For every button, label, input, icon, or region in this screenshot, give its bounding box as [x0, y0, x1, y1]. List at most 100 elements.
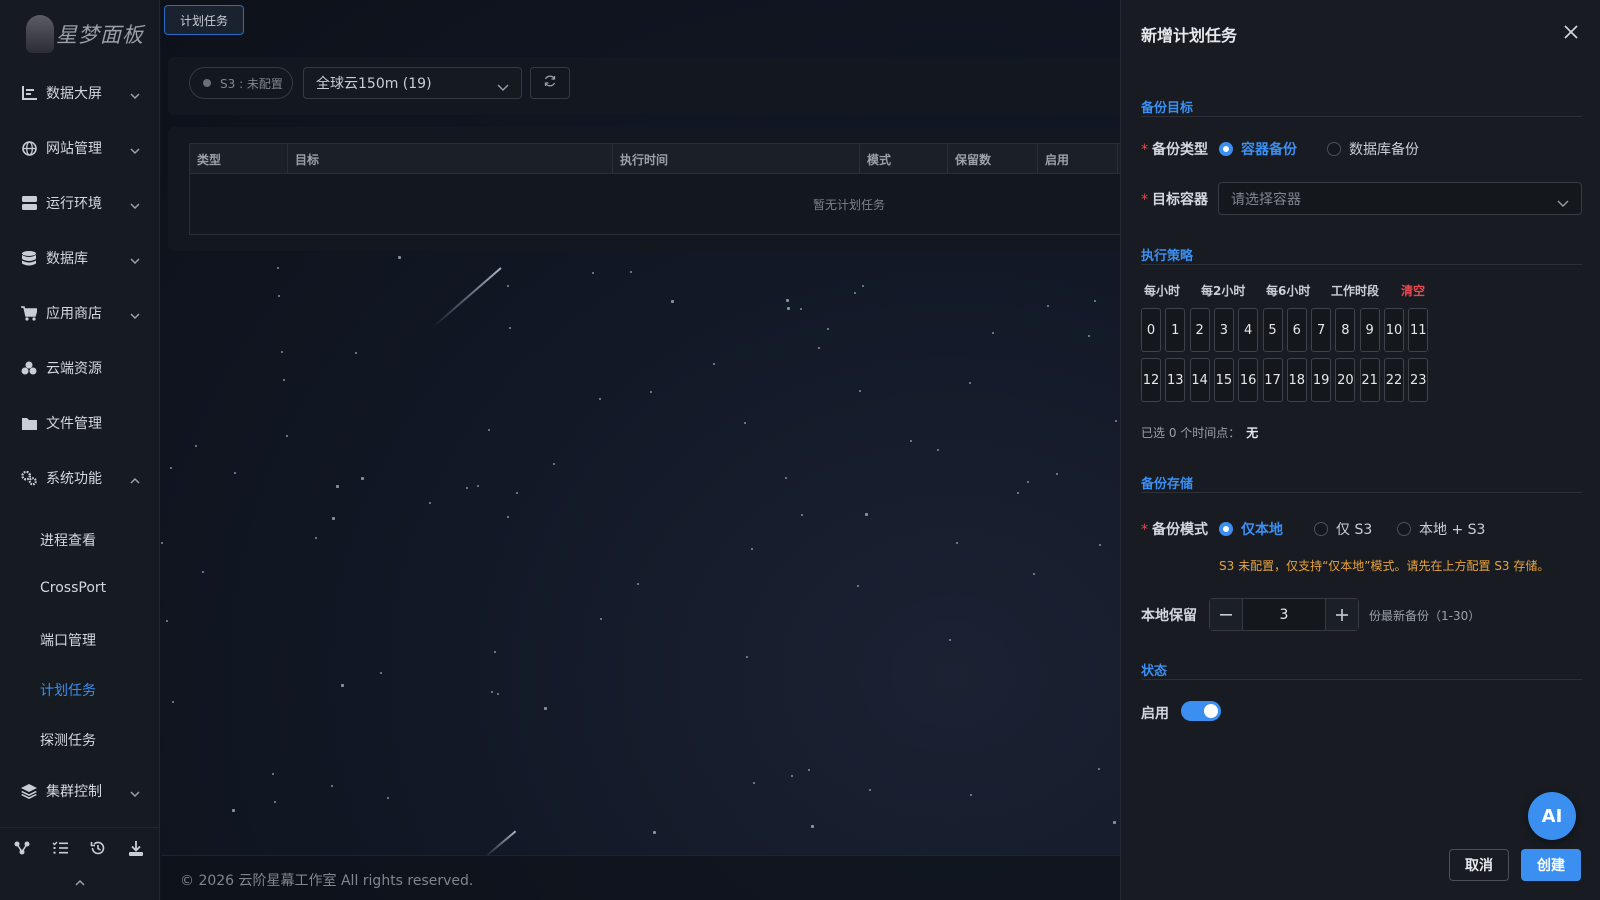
- chevron-down-icon: [130, 87, 140, 103]
- radio-database-backup[interactable]: 数据库备份: [1327, 139, 1419, 159]
- sidebar-item-app-store[interactable]: 应用商店: [0, 298, 160, 328]
- s3-status-badge[interactable]: S3 : 未配置: [189, 67, 293, 99]
- star-decoration: [1017, 492, 1019, 494]
- local-keep-stepper: 3: [1209, 598, 1359, 631]
- tab-scheduled-tasks[interactable]: 计划任务: [164, 5, 244, 35]
- sidebar-item-cloud[interactable]: 云端资源: [0, 353, 160, 383]
- hour-cell[interactable]: 1: [1165, 308, 1186, 352]
- column-header-mode: 模式: [860, 144, 948, 174]
- sidebar-sub-scheduled-tasks[interactable]: 计划任务: [40, 680, 96, 700]
- star-decoration: [600, 618, 602, 620]
- section-title: 备份存储: [1141, 477, 1194, 492]
- star-decoration: [671, 300, 674, 303]
- hour-cell[interactable]: 19: [1311, 358, 1332, 402]
- preset-hourly[interactable]: 每小时: [1144, 282, 1180, 299]
- star-decoration: [170, 467, 172, 469]
- server-select[interactable]: 全球云150m (19): [303, 67, 522, 99]
- star-decoration: [859, 390, 861, 392]
- radio-local-and-s3[interactable]: 本地 + S3: [1397, 519, 1485, 539]
- preset-every-2h[interactable]: 每2小时: [1201, 282, 1245, 299]
- hour-cell[interactable]: 11: [1408, 308, 1429, 352]
- decrement-button[interactable]: [1210, 599, 1242, 630]
- hour-cell[interactable]: 14: [1189, 358, 1210, 402]
- star-decoration: [195, 445, 197, 447]
- sidebar-item-cluster[interactable]: 集群控制: [0, 776, 160, 806]
- section-backup-storage: 备份存储: [1141, 473, 1582, 493]
- hour-cell[interactable]: 5: [1262, 308, 1283, 352]
- radio-container-backup[interactable]: 容器备份: [1219, 139, 1297, 159]
- refresh-button[interactable]: [530, 67, 570, 99]
- hour-cell[interactable]: 21: [1359, 358, 1380, 402]
- sidebar-item-database[interactable]: 数据库: [0, 243, 160, 273]
- hour-cell[interactable]: 2: [1189, 308, 1210, 352]
- preset-work-hours[interactable]: 工作时段: [1331, 282, 1379, 299]
- sidebar-item-websites[interactable]: 网站管理: [0, 133, 160, 163]
- selected-count: 已选 0 个时间点：无: [1141, 426, 1259, 440]
- local-keep-input[interactable]: 3: [1242, 599, 1326, 630]
- network-icon[interactable]: [12, 838, 32, 858]
- hour-cell[interactable]: 8: [1335, 308, 1356, 352]
- backup-mode-label: * 备份模式: [1141, 522, 1208, 538]
- preset-every-6h[interactable]: 每6小时: [1266, 282, 1310, 299]
- sidebar-item-system[interactable]: 系统功能: [0, 463, 160, 493]
- sidebar-sub-process[interactable]: 进程查看: [40, 530, 96, 550]
- hour-cell[interactable]: 6: [1286, 308, 1307, 352]
- cloud-icon: [21, 360, 37, 376]
- hour-cell[interactable]: 3: [1213, 308, 1234, 352]
- sidebar-item-files[interactable]: 文件管理: [0, 408, 160, 438]
- hour-cell[interactable]: 9: [1359, 308, 1380, 352]
- hour-cell[interactable]: 4: [1238, 308, 1259, 352]
- s3-warning-text: S3 未配置，仅支持“仅本地”模式。请先在上方配置 S3 存储。: [1219, 559, 1550, 573]
- target-container-select[interactable]: 请选择容器: [1218, 182, 1582, 215]
- cancel-button[interactable]: 取消: [1449, 849, 1509, 881]
- hour-cell[interactable]: 7: [1311, 308, 1332, 352]
- hour-cell[interactable]: 10: [1384, 308, 1404, 352]
- section-status: 状态: [1141, 660, 1582, 680]
- hour-cell[interactable]: 15: [1213, 358, 1234, 402]
- history-icon[interactable]: [88, 838, 108, 858]
- chevron-down-icon: [1557, 195, 1569, 211]
- sidebar-sub-ports[interactable]: 端口管理: [40, 630, 96, 650]
- ai-assistant-button[interactable]: AI: [1528, 792, 1576, 840]
- radio-circle: [1327, 142, 1341, 156]
- star-decoration: [161, 542, 163, 544]
- sidebar-sub-crossport[interactable]: CrossPort: [40, 580, 106, 596]
- star-decoration: [553, 463, 555, 465]
- radio-local-only[interactable]: 仅本地: [1219, 519, 1283, 539]
- sidebar-sub-probe-tasks[interactable]: 探测任务: [40, 730, 96, 750]
- star-decoration: [1113, 821, 1116, 824]
- task-list-icon[interactable]: [50, 838, 70, 858]
- hour-cell[interactable]: 12: [1141, 358, 1161, 402]
- sidebar-item-label: 系统功能: [46, 471, 102, 487]
- hour-cell[interactable]: 20: [1335, 358, 1356, 402]
- clear-hours-button[interactable]: 清空: [1401, 282, 1425, 299]
- sidebar-item-label: 集群控制: [46, 784, 102, 800]
- star-decoration: [1088, 335, 1090, 337]
- hour-cell[interactable]: 13: [1165, 358, 1186, 402]
- column-header-enabled: 启用: [1038, 144, 1118, 174]
- hour-cell[interactable]: 0: [1141, 308, 1161, 352]
- close-icon[interactable]: [1562, 23, 1580, 41]
- section-backup-target: 备份目标: [1141, 97, 1582, 117]
- chevron-up-icon[interactable]: [70, 873, 90, 893]
- star-decoration: [751, 548, 753, 550]
- increment-button[interactable]: [1326, 599, 1358, 630]
- create-button[interactable]: 创建: [1521, 849, 1581, 881]
- star-decoration: [172, 701, 174, 703]
- enable-toggle[interactable]: [1181, 701, 1221, 721]
- sidebar-item-dashboard[interactable]: 数据大屏: [0, 78, 160, 108]
- star-decoration: [477, 485, 479, 487]
- hour-cell[interactable]: 22: [1384, 358, 1404, 402]
- chevron-down-icon: [130, 785, 140, 801]
- star-decoration: [970, 794, 972, 796]
- hour-cell[interactable]: 17: [1262, 358, 1283, 402]
- hour-cell[interactable]: 18: [1286, 358, 1307, 402]
- sidebar-item-runtime[interactable]: 运行环境: [0, 188, 160, 218]
- logo[interactable]: 星梦面板: [0, 0, 159, 68]
- hour-cell[interactable]: 16: [1238, 358, 1259, 402]
- sidebar-item-label: 应用商店: [46, 306, 102, 322]
- download-icon[interactable]: [126, 838, 146, 858]
- hour-cell[interactable]: 23: [1408, 358, 1429, 402]
- star-decoration: [1047, 305, 1049, 307]
- radio-s3-only[interactable]: 仅 S3: [1314, 519, 1372, 539]
